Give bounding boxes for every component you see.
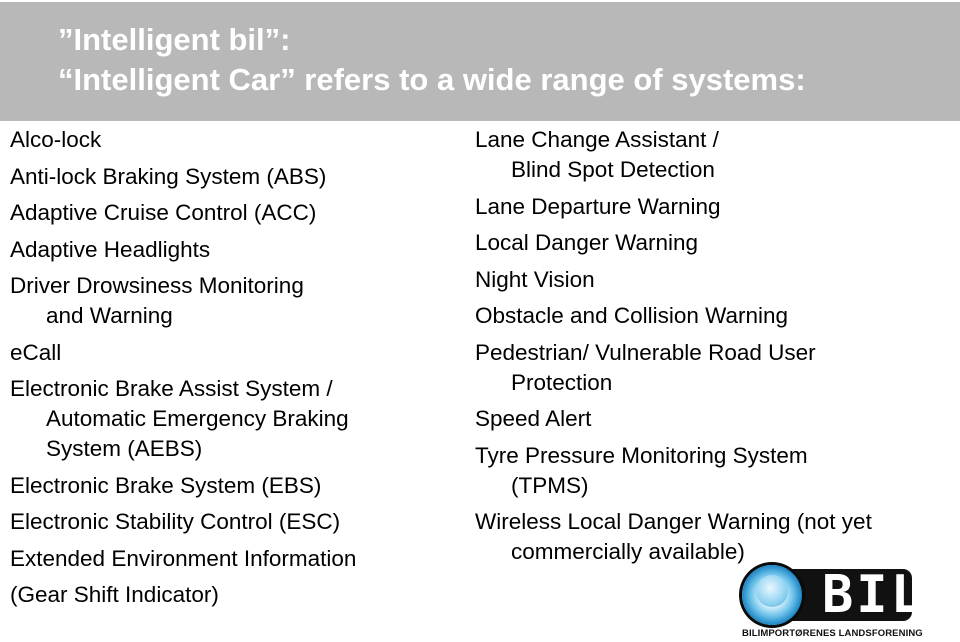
slide-title-line-1: ”Intelligent bil”: <box>58 22 291 57</box>
list-item-text: Lane Change Assistant / <box>475 127 719 152</box>
list-item-continuation: Automatic Emergency Braking <box>46 406 349 431</box>
list-item-text: Alco-lock <box>10 127 102 152</box>
list-item: Electronic Stability Control (ESC) <box>10 507 460 537</box>
list-item-text: Adaptive Headlights <box>10 236 211 262</box>
list-item-text: Anti-lock Braking System (ABS) <box>10 163 327 189</box>
list-item: Alco-lock <box>10 125 460 155</box>
list-item: Electronic Brake Assist System / Automati… <box>10 374 460 464</box>
list-item-text: Electronic Stability Control (ESC) <box>10 509 341 534</box>
logo-subtitle: BILIMPORTØRENES LANDSFORENING <box>742 628 923 639</box>
list-item: Anti-lock Braking System (ABS) <box>10 162 460 192</box>
list-item-text: Wireless Local Danger Warning (not yet <box>475 509 872 534</box>
list-item: Local Danger Warning <box>475 228 955 258</box>
list-item: Tyre Pressure Monitoring System (TPMS) <box>475 441 955 501</box>
list-item: Wireless Local Danger Warning (not yet co… <box>475 507 955 567</box>
slide-title-line-2: “Intelligent Car” refers to a wide range… <box>58 62 806 97</box>
right-system-list: Lane Change Assistant / Blind Spot Detect… <box>475 125 955 574</box>
list-item: Night Vision <box>475 265 955 295</box>
list-item: Pedestrian/ Vulnerable Road User Protecti… <box>475 338 955 398</box>
list-item: (Gear Shift Indicator) <box>10 580 460 610</box>
list-item-continuation: commercially available) <box>511 539 745 564</box>
list-item-text: Electronic Brake Assist System / <box>10 376 333 401</box>
list-item: Lane Change Assistant / Blind Spot Detect… <box>475 125 955 185</box>
bil-circle-logo-icon <box>742 565 802 625</box>
logo-mark: BIL <box>822 565 925 625</box>
list-item: Electronic Brake System (EBS) <box>10 471 460 501</box>
list-item: Adaptive Headlights <box>10 235 460 265</box>
list-item-text: Tyre Pressure Monitoring System <box>475 442 808 468</box>
list-item: Adaptive Cruise Control (ACC) <box>10 198 460 228</box>
list-item-continuation: and Warning <box>46 303 173 328</box>
list-item-text: Lane Departure Warning <box>475 193 721 219</box>
list-item-text: Obstacle and Collision Warning <box>475 303 789 328</box>
slide-header: ”Intelligent bil”: “Intelligent Car” ref… <box>0 2 960 121</box>
list-item: Extended Environment Information <box>10 544 460 574</box>
list-item: eCall <box>10 338 460 368</box>
list-item-text: Adaptive Cruise Control (ACC) <box>10 200 317 225</box>
list-item-text: Speed Alert <box>475 406 592 431</box>
list-item-text: Electronic Brake System (EBS) <box>10 472 322 498</box>
list-item-continuation: (TPMS) <box>511 472 589 498</box>
list-item-text: Local Danger Warning <box>475 230 699 255</box>
list-item-text: eCall <box>10 339 62 365</box>
list-item: Speed Alert <box>475 404 955 434</box>
left-system-list: Alco-lock Anti-lock Braking System (ABS) A… <box>10 125 460 617</box>
list-item-continuation: Blind Spot Detection <box>511 157 715 182</box>
list-item-text: Driver Drowsiness Monitoring <box>10 273 304 298</box>
list-item-continuation: Protection <box>511 369 613 395</box>
list-item: Lane Departure Warning <box>475 192 955 222</box>
list-item-text: Night Vision <box>475 266 595 292</box>
list-item-continuation: System (AEBS) <box>46 436 203 461</box>
logo-circle-inner <box>756 575 788 607</box>
list-item: Obstacle and Collision Warning <box>475 301 955 331</box>
list-item-text: (Gear Shift Indicator) <box>10 582 219 607</box>
list-item-text: Pedestrian/ Vulnerable Road User <box>475 339 816 365</box>
bil-logo: BIL BILIMPORTØRENES LANDSFORENING <box>742 565 923 642</box>
list-item: Driver Drowsiness Monitoring and Warning <box>10 271 460 331</box>
list-item-text: Extended Environment Information <box>10 545 357 571</box>
